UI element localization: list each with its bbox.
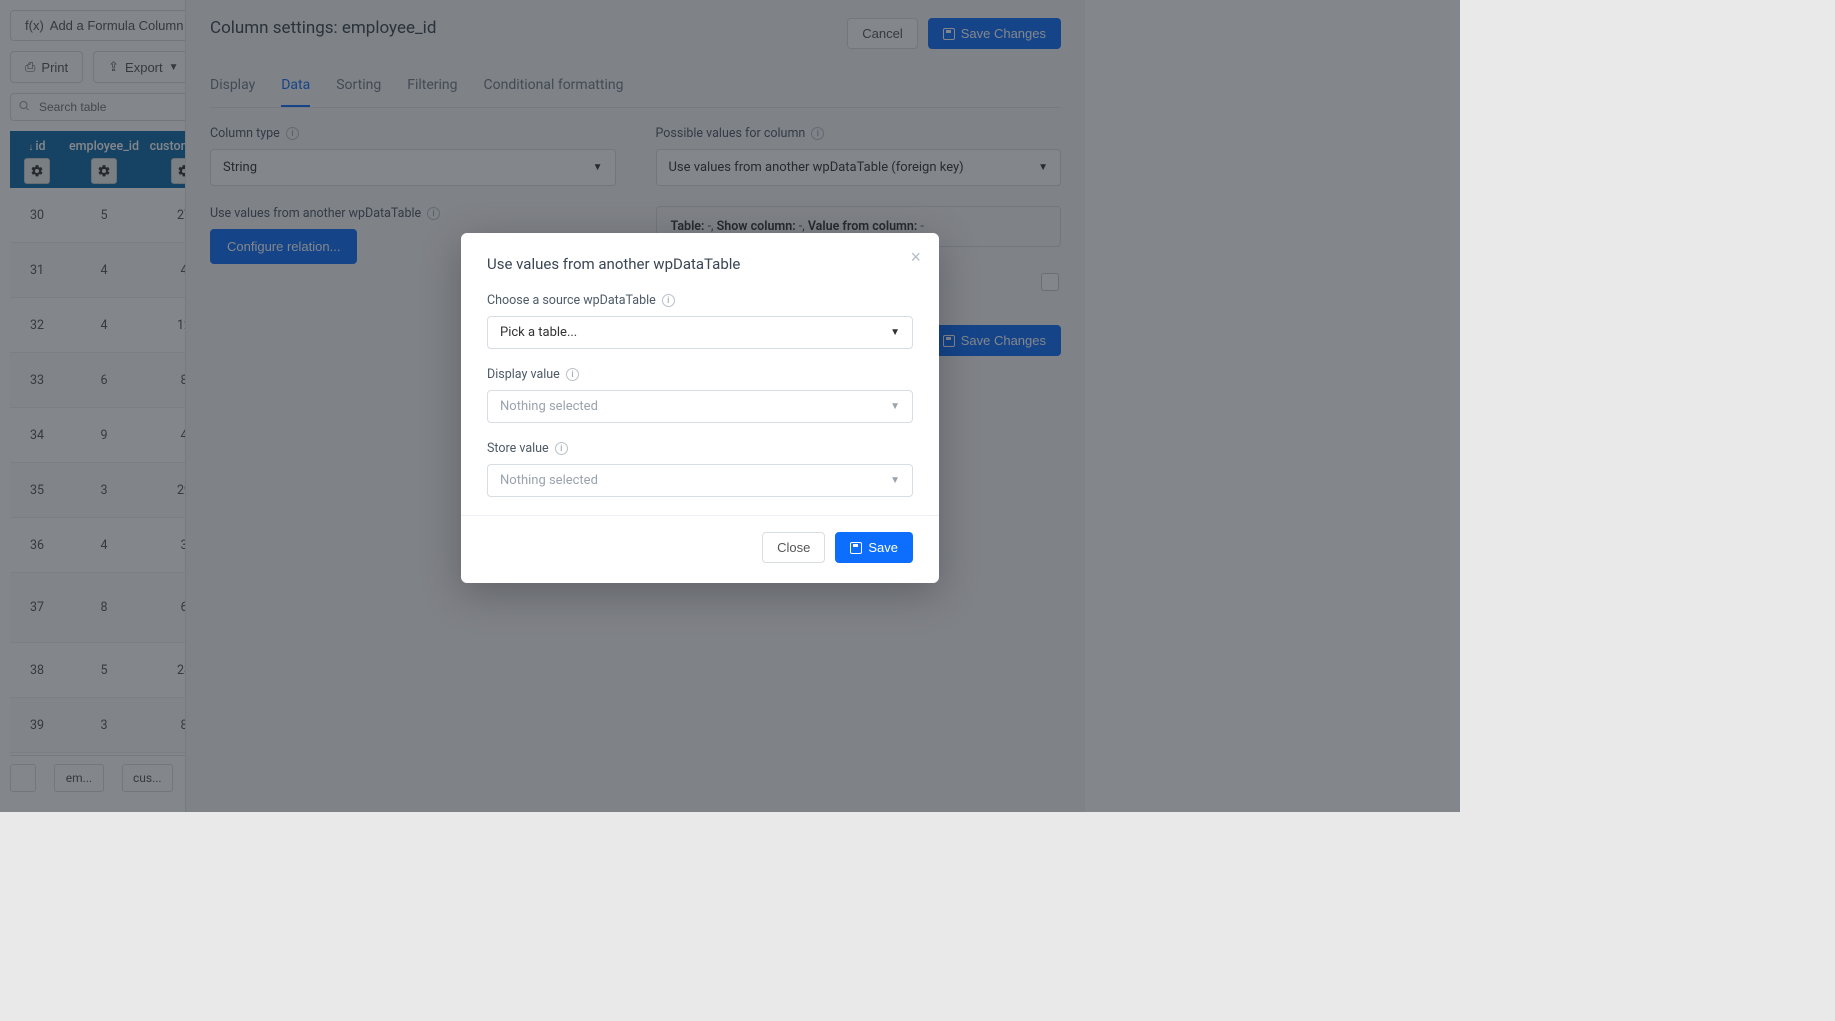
source-table-label: Choose a source wpDataTable i xyxy=(487,293,913,308)
column-type-label: Column type i xyxy=(210,126,616,141)
store-value-label: Store value i xyxy=(487,441,913,456)
chevron-down-icon: ▼ xyxy=(890,401,900,412)
cancel-button[interactable]: Cancel xyxy=(847,18,917,49)
save-changes-button[interactable]: Save Changes xyxy=(928,18,1061,49)
tab-data[interactable]: Data xyxy=(281,67,310,107)
save-icon xyxy=(943,28,955,40)
chevron-down-icon: ▼ xyxy=(169,62,179,73)
tab-display[interactable]: Display xyxy=(210,67,255,107)
modal-title: Use values from another wpDataTable xyxy=(487,255,913,273)
use-values-label: Use values from another wpDataTable i xyxy=(210,206,616,221)
chevron-down-icon: ▼ xyxy=(890,475,900,486)
source-table-select[interactable]: Pick a table... ▼ xyxy=(487,316,913,349)
formula-icon: f(x) xyxy=(25,18,44,33)
chevron-down-icon: ▼ xyxy=(593,162,603,173)
column-footer-chip[interactable]: cus... xyxy=(122,764,173,792)
export-icon: ⇪ xyxy=(108,59,119,75)
save-icon xyxy=(943,335,955,347)
column-footer-chip[interactable]: em... xyxy=(54,764,104,792)
export-button[interactable]: ⇪ Export ▼ xyxy=(93,51,193,83)
print-icon: ⎙ xyxy=(25,59,35,75)
settings-tabs: Display Data Sorting Filtering Condition… xyxy=(210,67,1061,108)
chevron-down-icon: ▼ xyxy=(1038,162,1048,173)
column-type-select[interactable]: String ▼ xyxy=(210,149,616,186)
chevron-down-icon: ▼ xyxy=(890,327,900,338)
info-icon[interactable]: i xyxy=(566,368,579,381)
store-value-select[interactable]: Nothing selected ▼ xyxy=(487,464,913,497)
info-icon[interactable]: i xyxy=(427,207,440,220)
info-icon[interactable]: i xyxy=(286,127,299,140)
gear-icon[interactable] xyxy=(24,158,50,184)
export-label: Export xyxy=(125,60,163,75)
info-icon[interactable]: i xyxy=(662,294,675,307)
panel-column-name: employee_id xyxy=(342,18,437,38)
print-label: Print xyxy=(41,60,68,75)
column-header-employee_id[interactable]: employee_id xyxy=(64,131,144,188)
panel-title: Column settings: employee_id xyxy=(210,18,436,38)
tab-conditional[interactable]: Conditional formatting xyxy=(484,67,624,107)
display-value-label: Display value i xyxy=(487,367,913,382)
add-formula-button[interactable]: f(x) Add a Formula Column xyxy=(10,10,198,41)
print-button[interactable]: ⎙ Print xyxy=(10,51,83,83)
tab-sorting[interactable]: Sorting xyxy=(336,67,381,107)
display-value-select[interactable]: Nothing selected ▼ xyxy=(487,390,913,423)
close-icon[interactable]: × xyxy=(910,247,921,268)
save-icon xyxy=(850,542,862,554)
tab-filtering[interactable]: Filtering xyxy=(407,67,457,107)
gear-icon[interactable] xyxy=(91,158,117,184)
column-footer-chip[interactable] xyxy=(10,764,36,792)
possible-values-label: Possible values for column i xyxy=(656,126,1062,141)
search-icon xyxy=(18,100,30,115)
modal-close-button[interactable]: Close xyxy=(762,532,825,563)
save-changes-button-lower[interactable]: Save Changes xyxy=(928,325,1061,356)
column-header-id[interactable]: ↓id xyxy=(10,131,64,188)
checkbox[interactable] xyxy=(1041,273,1059,291)
info-icon[interactable]: i xyxy=(811,127,824,140)
add-formula-label: Add a Formula Column xyxy=(50,18,184,33)
foreign-key-modal: × Use values from another wpDataTable Ch… xyxy=(461,233,939,583)
info-icon[interactable]: i xyxy=(555,442,568,455)
configure-relation-button[interactable]: Configure relation... xyxy=(210,229,357,264)
modal-save-button[interactable]: Save xyxy=(835,532,913,563)
possible-values-select[interactable]: Use values from another wpDataTable (for… xyxy=(656,149,1062,186)
